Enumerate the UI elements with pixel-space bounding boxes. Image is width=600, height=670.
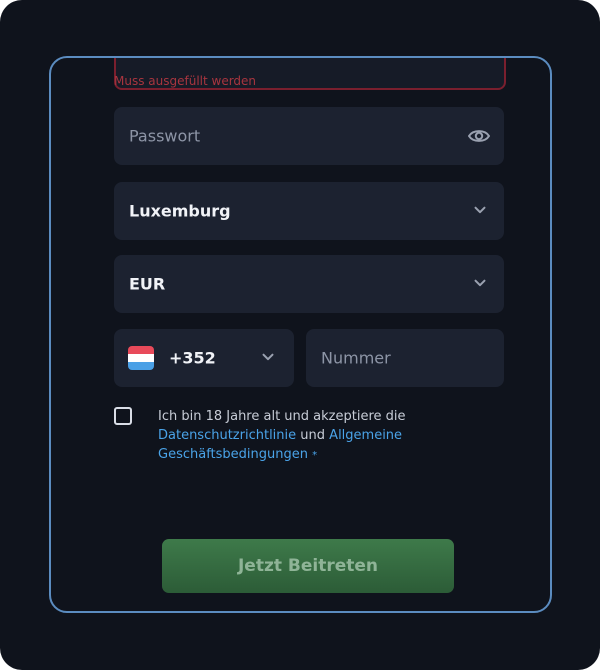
app-background: Muss ausgefüllt werden Passwort Luxembur… [0,0,600,670]
privacy-policy-link[interactable]: Datenschutzrichtlinie [158,428,296,443]
password-field[interactable]: Passwort [114,107,504,165]
eye-icon[interactable] [468,128,490,144]
dial-code-value: +352 [169,348,216,368]
registration-form-panel: Muss ausgefüllt werden Passwort Luxembur… [49,56,552,613]
phone-number-placeholder: Nummer [321,348,391,368]
password-placeholder: Passwort [129,126,201,146]
country-select[interactable]: Luxemburg [114,182,504,240]
terms-consent-text: Ich bin 18 Jahre alt und akzeptiere die … [158,407,498,465]
currency-select[interactable]: EUR [114,255,504,313]
dial-code-select[interactable]: +352 [114,329,294,387]
terms-link-part2[interactable]: Geschäftsbedingungen [158,447,308,462]
consent-conjunction: und [300,428,326,443]
chevron-down-icon [262,353,274,361]
join-now-button[interactable]: Jetzt Beitreten [162,539,454,593]
phone-number-field[interactable]: Nummer [306,329,504,387]
luxembourg-flag-icon [128,346,154,370]
chevron-down-icon [474,279,486,287]
terms-checkbox[interactable] [114,407,132,425]
consent-prefix: Ich bin 18 Jahre alt und akzeptiere die [158,409,406,424]
required-marker: * [312,450,318,461]
currency-value: EUR [129,274,166,294]
country-value: Luxemburg [129,201,231,221]
chevron-down-icon [474,206,486,214]
field-error-message: Muss ausgefüllt werden [114,74,257,88]
terms-link-part1[interactable]: Allgemeine [329,428,402,443]
